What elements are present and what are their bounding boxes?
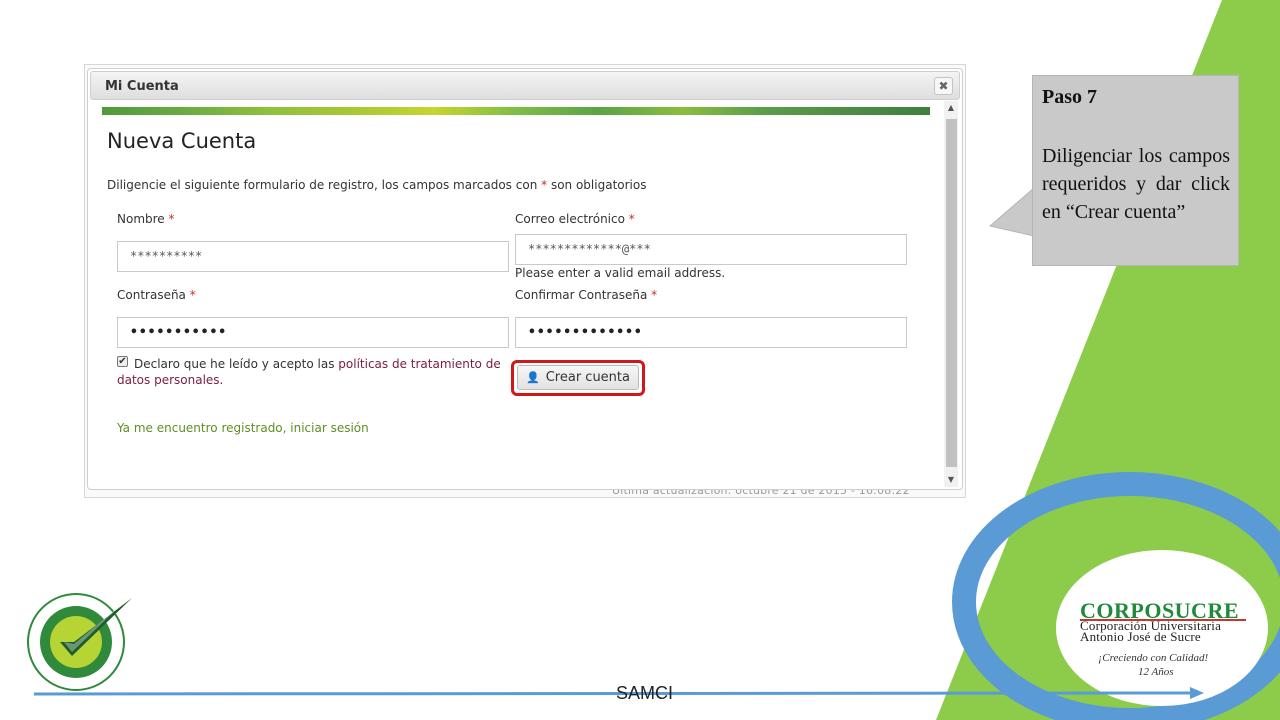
corposucre-years: 12 Años bbox=[1138, 666, 1174, 678]
corposucre-slogan: ¡Creciendo con Calidad! bbox=[1098, 652, 1209, 664]
corposucre-subtitle-2: Antonio José de Sucre bbox=[1080, 629, 1201, 644]
footer-label: SAMCI bbox=[616, 683, 674, 703]
certification-seal-logo bbox=[27, 593, 132, 691]
